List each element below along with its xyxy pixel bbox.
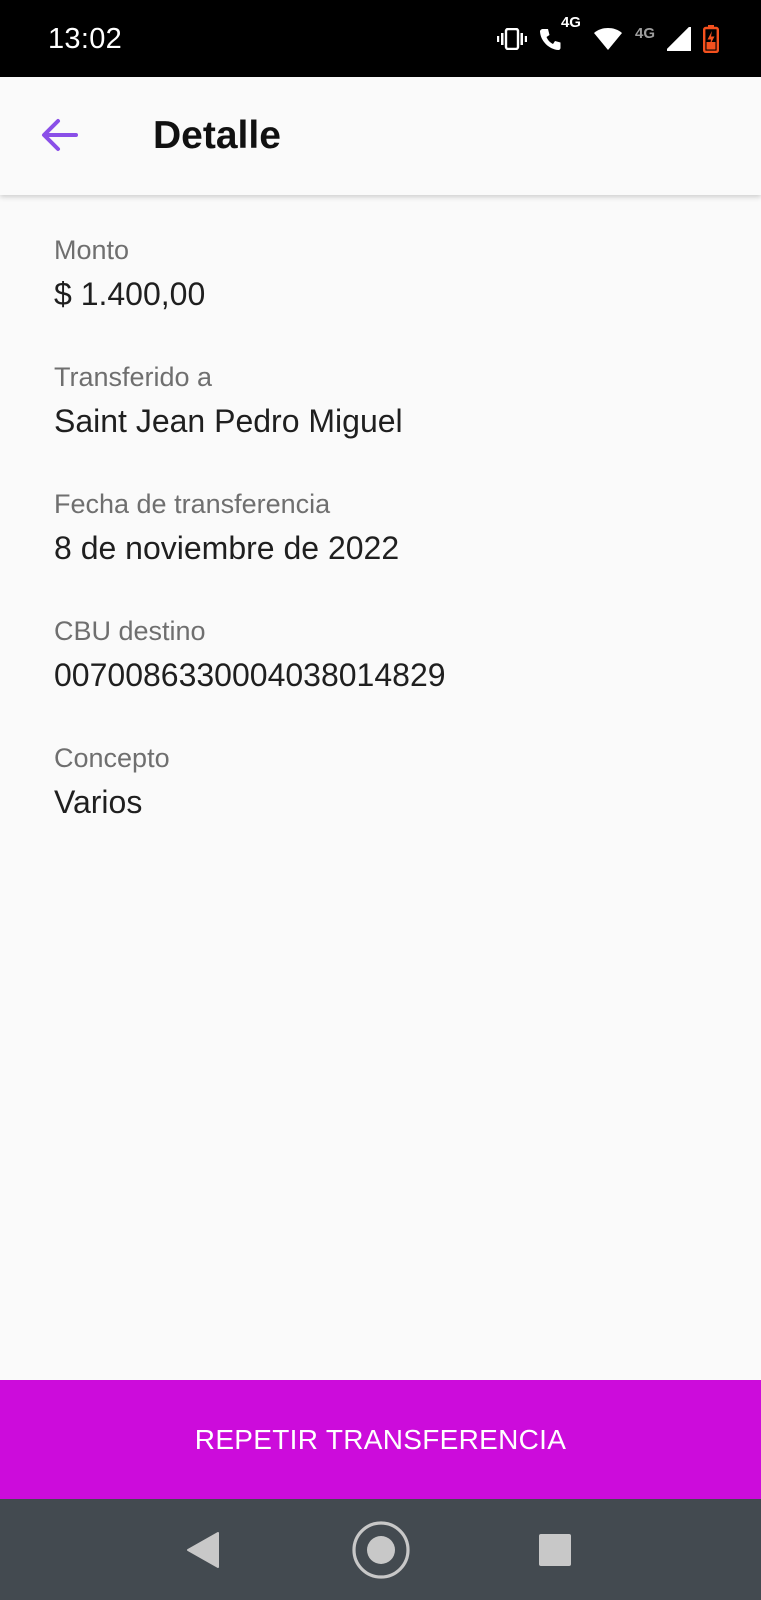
app-bar: Detalle: [0, 77, 761, 195]
detail-recipient: Transferido a Saint Jean Pedro Miguel: [54, 359, 714, 486]
detail-label: Monto: [54, 235, 130, 265]
page-title: Detalle: [153, 114, 281, 157]
detail-value: $ 1.400,00: [54, 276, 206, 312]
wifi-call-icon: [539, 29, 561, 50]
detail-label: Transferido a: [54, 362, 213, 392]
detail-value: Varios: [54, 784, 143, 820]
detail-value: Saint Jean Pedro Miguel: [54, 403, 403, 439]
wifi-call-indicator: 4G: [539, 15, 581, 51]
signal-icon: [667, 27, 691, 51]
data-network-label: 4G: [634, 24, 655, 42]
detail-label: Fecha de transferencia: [54, 489, 331, 519]
vibrate-icon: [496, 28, 527, 50]
nav-back-button[interactable]: [172, 1519, 234, 1581]
nav-recents-button[interactable]: [524, 1519, 586, 1581]
nav-back-icon: [187, 1532, 219, 1568]
status-icons: 4G 4G: [496, 15, 719, 56]
arrow-left-icon: [42, 119, 78, 151]
battery-charging-icon: [703, 25, 719, 53]
detail-label: Concepto: [54, 743, 170, 773]
status-time: 13:02: [48, 23, 123, 55]
detail-value: 0070086330004038014829: [54, 657, 446, 693]
nav-home-button[interactable]: [350, 1519, 412, 1581]
detail-label: CBU destino: [54, 616, 206, 646]
detail-amount: Monto $ 1.400,00: [54, 232, 714, 359]
detail-value: 8 de noviembre de 2022: [54, 530, 400, 566]
nav-home-icon: [352, 1521, 410, 1579]
call-network-label: 4G: [560, 14, 581, 31]
detail-date: Fecha de transferencia 8 de noviembre de…: [54, 486, 714, 613]
repeat-transfer-button[interactable]: REPETIR TRANSFERENCIA: [0, 1380, 761, 1499]
transfer-details: Monto $ 1.400,00 Transferido a Saint Jea…: [54, 232, 714, 867]
wifi-icon: [593, 28, 622, 50]
nav-recents-icon: [539, 1534, 571, 1566]
detail-concept: Concepto Varios: [54, 740, 714, 867]
detail-cbu: CBU destino 0070086330004038014829: [54, 613, 714, 740]
system-nav-bar: [0, 1499, 761, 1600]
back-button[interactable]: [32, 107, 88, 163]
status-bar: 13:02 4G 4G: [0, 0, 761, 77]
